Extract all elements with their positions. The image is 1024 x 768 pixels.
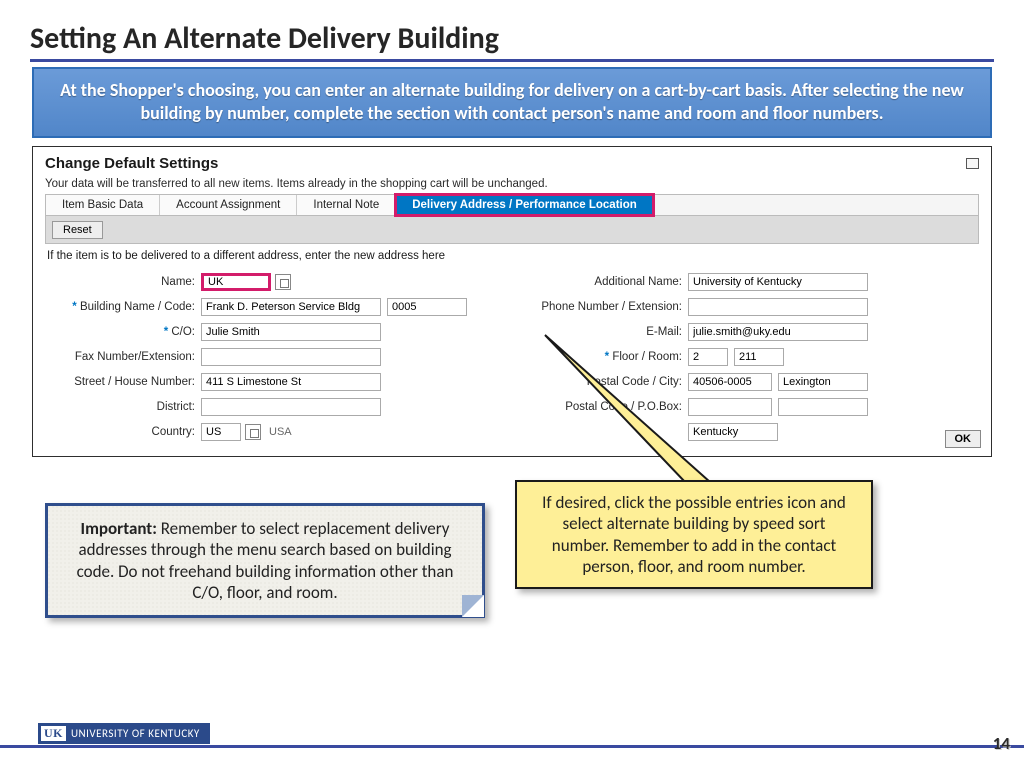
footer-rule (0, 745, 1024, 748)
label-phone: Phone Number / Extension: (532, 301, 682, 313)
reset-button[interactable]: Reset (52, 221, 103, 239)
important-note: Important: Remember to select replacemen… (45, 503, 485, 618)
country-text: USA (269, 426, 292, 438)
building-name-field[interactable] (201, 298, 381, 316)
country-field[interactable] (201, 423, 241, 441)
instruction-banner: At the Shopper's choosing, you can enter… (32, 67, 992, 138)
settings-panel: Change Default Settings Your data will b… (32, 146, 992, 457)
toolbar: Reset (45, 216, 979, 244)
label-co: C/O: (45, 326, 195, 338)
callout-note: If desired, click the possible entries i… (515, 480, 873, 589)
room-field[interactable] (734, 348, 784, 366)
window-icon[interactable] (966, 158, 979, 169)
floor-field[interactable] (688, 348, 728, 366)
label-building: Building Name / Code: (45, 301, 195, 313)
label-country: Country: (45, 426, 195, 438)
label-name: Name: (45, 276, 195, 288)
important-bold: Important: (81, 518, 161, 539)
co-field[interactable] (201, 323, 381, 341)
tab-internal-note[interactable]: Internal Note (297, 195, 396, 215)
city-field[interactable] (778, 373, 868, 391)
dogear-icon (462, 595, 484, 617)
country-lookup-icon[interactable] (245, 424, 261, 440)
name-field[interactable] (201, 273, 271, 291)
email-field[interactable] (688, 323, 868, 341)
label-street: Street / House Number: (45, 376, 195, 388)
tab-item-basic[interactable]: Item Basic Data (46, 195, 160, 215)
zip-field[interactable] (688, 373, 772, 391)
label-postal: Postal Code / City: (532, 376, 682, 388)
label-pobox: Postal Code / P.O.Box: (532, 401, 682, 413)
tab-delivery-address[interactable]: Delivery Address / Performance Location (394, 193, 655, 217)
building-code-field[interactable] (387, 298, 467, 316)
pobox1-field[interactable] (688, 398, 772, 416)
phone-field[interactable] (688, 298, 868, 316)
addname-field[interactable] (688, 273, 868, 291)
tab-account-assignment[interactable]: Account Assignment (160, 195, 297, 215)
district-field[interactable] (201, 398, 381, 416)
uk-brand: UK UNIVERSITY OF KENTUCKY (38, 723, 210, 744)
region-field[interactable] (688, 423, 778, 441)
transfer-note: Your data will be transferred to all new… (45, 178, 979, 190)
pobox2-field[interactable] (778, 398, 868, 416)
address-hint: If the item is to be delivered to a diff… (47, 250, 977, 262)
ok-button[interactable]: OK (945, 430, 982, 448)
label-email: E-Mail: (532, 326, 682, 338)
lookup-icon[interactable] (275, 274, 291, 290)
uk-text: UNIVERSITY OF KENTUCKY (71, 727, 200, 740)
label-district: District: (45, 401, 195, 413)
label-floor: Floor / Room: (532, 351, 682, 363)
page-number: 14 (993, 733, 1010, 754)
fax-field[interactable] (201, 348, 381, 366)
panel-heading: Change Default Settings (45, 155, 218, 172)
tabs: Item Basic Data Account Assignment Inter… (45, 194, 979, 216)
label-fax: Fax Number/Extension: (45, 351, 195, 363)
page-title: Setting An Alternate Delivery Building (30, 20, 994, 62)
label-addname: Additional Name: (532, 276, 682, 288)
uk-logo: UK (41, 726, 66, 741)
street-field[interactable] (201, 373, 381, 391)
